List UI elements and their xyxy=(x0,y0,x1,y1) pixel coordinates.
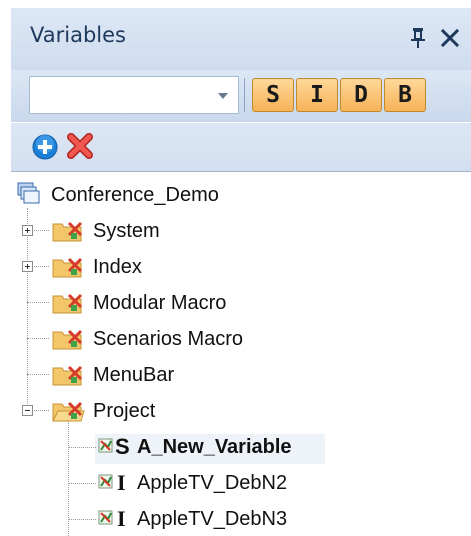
variable-type-badge: I xyxy=(117,506,126,531)
filter-button-s[interactable]: S xyxy=(252,78,294,112)
variable-type-badge: S xyxy=(115,434,130,459)
folder-variable-icon xyxy=(52,329,83,350)
filter-button-d[interactable]: D xyxy=(340,78,382,112)
variables-tree: Conference_Demo System Index Modular Mac… xyxy=(11,172,471,536)
panel-title: Variables xyxy=(30,23,126,47)
tree-node-index[interactable]: Index xyxy=(93,255,142,279)
tree-branch-line xyxy=(27,374,49,375)
folder-open-variable-icon xyxy=(52,401,85,422)
tree-branch-line xyxy=(27,302,49,303)
variable-filter-combo[interactable] xyxy=(29,76,239,114)
pin-icon[interactable] xyxy=(409,26,427,50)
close-icon[interactable] xyxy=(439,26,461,50)
tree-branch-line xyxy=(68,483,96,484)
toolbar-separator xyxy=(244,78,245,112)
integer-variable-icon xyxy=(98,510,113,525)
workspace-icon xyxy=(17,182,40,204)
action-toolbar xyxy=(11,123,471,172)
tree-guide-line xyxy=(27,208,28,416)
folder-variable-icon xyxy=(52,365,83,386)
delete-variable-button[interactable] xyxy=(66,132,94,160)
expand-toggle[interactable] xyxy=(22,261,33,272)
tree-node-menubar[interactable]: MenuBar xyxy=(93,363,174,387)
tree-node-project[interactable]: Project xyxy=(93,399,155,423)
filter-button-i[interactable]: I xyxy=(296,78,338,112)
filter-button-b[interactable]: B xyxy=(384,78,426,112)
folder-variable-icon xyxy=(52,221,83,242)
tree-node-appletv-debn3[interactable]: AppleTV_DebN3 xyxy=(137,507,287,531)
folder-variable-icon xyxy=(52,257,83,278)
tree-node-appletv-debn2[interactable]: AppleTV_DebN2 xyxy=(137,471,287,495)
variable-type-badge: I xyxy=(117,470,126,495)
expand-toggle[interactable] xyxy=(22,225,33,236)
folder-variable-icon xyxy=(52,293,83,314)
tree-branch-line xyxy=(68,447,96,448)
filter-toolbar: S I D B xyxy=(11,70,471,122)
tree-node-modular-macro[interactable]: Modular Macro xyxy=(93,291,226,315)
panel-titlebar: Variables xyxy=(11,8,471,70)
collapse-toggle[interactable] xyxy=(22,405,33,416)
tree-node-a-new-variable[interactable]: A_New_Variable xyxy=(137,435,292,459)
add-variable-button[interactable] xyxy=(32,134,58,160)
tree-node-system[interactable]: System xyxy=(93,219,160,243)
tree-node-root[interactable]: Conference_Demo xyxy=(51,183,219,207)
integer-variable-icon xyxy=(98,474,113,489)
tree-branch-line xyxy=(27,338,49,339)
variables-panel: Variables S I D B Conference_Demo System… xyxy=(0,0,471,536)
tree-node-scenarios-macro[interactable]: Scenarios Macro xyxy=(93,327,243,351)
tree-branch-line xyxy=(68,519,96,520)
chevron-down-icon[interactable] xyxy=(218,93,228,99)
tree-guide-line xyxy=(68,416,69,536)
